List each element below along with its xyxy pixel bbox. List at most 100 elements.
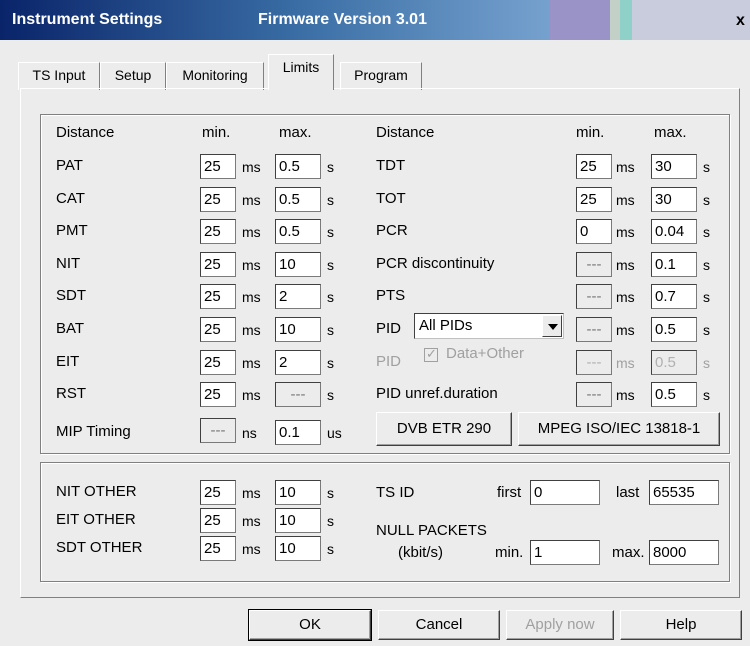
title-bar-segment bbox=[610, 0, 620, 40]
right-min-header: min. bbox=[576, 124, 605, 141]
other-min-unit: ms bbox=[242, 541, 261, 557]
min-unit: ms bbox=[242, 191, 261, 208]
max-field[interactable]: 0.5 bbox=[275, 154, 321, 179]
other-min-unit: ms bbox=[242, 485, 261, 501]
chevron-down-icon[interactable] bbox=[542, 315, 562, 337]
min-field: --- bbox=[576, 349, 612, 375]
other-row-label: NIT OTHER bbox=[56, 483, 137, 500]
null-min-field[interactable]: 1 bbox=[530, 540, 600, 565]
other-min-field[interactable]: 25 bbox=[200, 508, 236, 533]
max-unit: s bbox=[327, 354, 334, 371]
tab-setup[interactable]: Setup bbox=[100, 62, 166, 90]
pid-select-value: All PIDs bbox=[419, 317, 473, 334]
max-field[interactable]: 0.1 bbox=[651, 251, 697, 277]
tsid-label: TS ID bbox=[376, 484, 415, 501]
min-field[interactable]: 25 bbox=[200, 186, 236, 212]
row-label: EIT bbox=[56, 352, 80, 370]
other-max-field[interactable]: 10 bbox=[275, 508, 321, 533]
max-field[interactable]: 0.5 bbox=[651, 382, 697, 408]
other-max-field[interactable]: 10 bbox=[275, 480, 321, 505]
row-label: PMT bbox=[56, 222, 88, 240]
other-min-field[interactable]: 25 bbox=[200, 536, 236, 561]
max-unit: s bbox=[703, 256, 710, 273]
null-min-label: min. bbox=[495, 544, 524, 561]
row-label: PID unref.duration bbox=[376, 385, 498, 403]
max-unit: s bbox=[703, 387, 710, 404]
min-field[interactable]: 25 bbox=[200, 219, 236, 245]
max-unit: s bbox=[327, 387, 334, 404]
min-field[interactable]: 25 bbox=[576, 154, 612, 179]
tsid-last-label: last bbox=[616, 484, 640, 501]
max-field[interactable]: 0.5 bbox=[275, 186, 321, 212]
max-unit: s bbox=[327, 159, 334, 175]
data-other-checkbox bbox=[424, 346, 438, 362]
firmware-version: Firmware Version 3.01 bbox=[258, 11, 427, 28]
max-field[interactable]: 0.5 bbox=[651, 317, 697, 342]
min-unit: ms bbox=[616, 224, 635, 241]
title-bar-segment bbox=[632, 0, 750, 40]
row-label: PCR bbox=[376, 222, 408, 240]
mip-timing-label: MIP Timing bbox=[56, 423, 131, 440]
close-button[interactable]: x bbox=[736, 12, 750, 30]
ok-button[interactable]: OK bbox=[248, 609, 372, 641]
mip-max-field[interactable]: 0.1 bbox=[275, 420, 321, 445]
other-min-unit: ms bbox=[242, 513, 261, 529]
min-unit: ms bbox=[242, 224, 261, 241]
tab-program[interactable]: Program bbox=[340, 62, 422, 90]
null-max-label: max. bbox=[612, 544, 645, 561]
min-unit: ms bbox=[242, 387, 261, 404]
min-unit: ms bbox=[616, 159, 635, 175]
max-unit: s bbox=[703, 289, 710, 306]
tsid-last-field[interactable]: 65535 bbox=[649, 480, 719, 505]
min-field: --- bbox=[576, 382, 612, 408]
min-field[interactable]: 25 bbox=[200, 251, 236, 277]
max-unit: s bbox=[327, 191, 334, 208]
cancel-button[interactable]: Cancel bbox=[378, 610, 500, 640]
tab-monitoring[interactable]: Monitoring bbox=[166, 62, 264, 90]
max-unit: s bbox=[703, 224, 710, 241]
dvb-etr290-button[interactable]: DVB ETR 290 bbox=[376, 412, 512, 446]
other-max-field[interactable]: 10 bbox=[275, 536, 321, 561]
max-field[interactable]: 0.04 bbox=[651, 219, 697, 245]
mip-max-unit: us bbox=[327, 425, 342, 441]
min-field[interactable]: 25 bbox=[200, 382, 236, 408]
max-field[interactable]: 2 bbox=[275, 349, 321, 375]
max-field[interactable]: 2 bbox=[275, 284, 321, 310]
right-max-header: max. bbox=[654, 124, 687, 141]
other-min-field[interactable]: 25 bbox=[200, 480, 236, 505]
title-bar-segment bbox=[550, 0, 610, 40]
row-label: TOT bbox=[376, 189, 406, 207]
min-unit: ms bbox=[616, 256, 635, 273]
other-max-unit: s bbox=[327, 513, 334, 529]
data-other-label: Data+Other bbox=[446, 345, 524, 362]
max-field[interactable]: 10 bbox=[275, 317, 321, 342]
max-field[interactable]: 0.5 bbox=[275, 219, 321, 245]
tab-limits[interactable]: Limits bbox=[268, 54, 334, 90]
min-field[interactable]: 25 bbox=[576, 186, 612, 212]
left-max-header: max. bbox=[279, 124, 312, 141]
apply-now-button: Apply now bbox=[506, 610, 614, 640]
min-field[interactable]: 0 bbox=[576, 219, 612, 245]
max-unit: s bbox=[327, 322, 334, 338]
max-field[interactable]: 0.7 bbox=[651, 284, 697, 310]
pid-select[interactable]: All PIDs bbox=[414, 313, 564, 339]
tsid-first-field[interactable]: 0 bbox=[530, 480, 600, 505]
row-label: PAT bbox=[56, 157, 83, 174]
min-field: --- bbox=[576, 317, 612, 342]
mpeg-iso-button[interactable]: MPEG ISO/IEC 13818-1 bbox=[518, 412, 720, 446]
min-unit: ms bbox=[242, 256, 261, 273]
tab-ts-input[interactable]: TS Input bbox=[18, 62, 100, 90]
min-unit: ms bbox=[242, 159, 261, 175]
null-max-field[interactable]: 8000 bbox=[649, 540, 719, 565]
min-field[interactable]: 25 bbox=[200, 349, 236, 375]
max-field[interactable]: 30 bbox=[651, 154, 697, 179]
min-field[interactable]: 25 bbox=[200, 317, 236, 342]
help-button[interactable]: Help bbox=[620, 610, 742, 640]
max-field[interactable]: 10 bbox=[275, 251, 321, 277]
max-field[interactable]: 30 bbox=[651, 186, 697, 212]
min-unit: ms bbox=[616, 354, 635, 371]
tsid-first-label: first bbox=[497, 484, 522, 501]
row-label: BAT bbox=[56, 320, 85, 337]
min-field[interactable]: 25 bbox=[200, 154, 236, 179]
min-field[interactable]: 25 bbox=[200, 284, 236, 310]
